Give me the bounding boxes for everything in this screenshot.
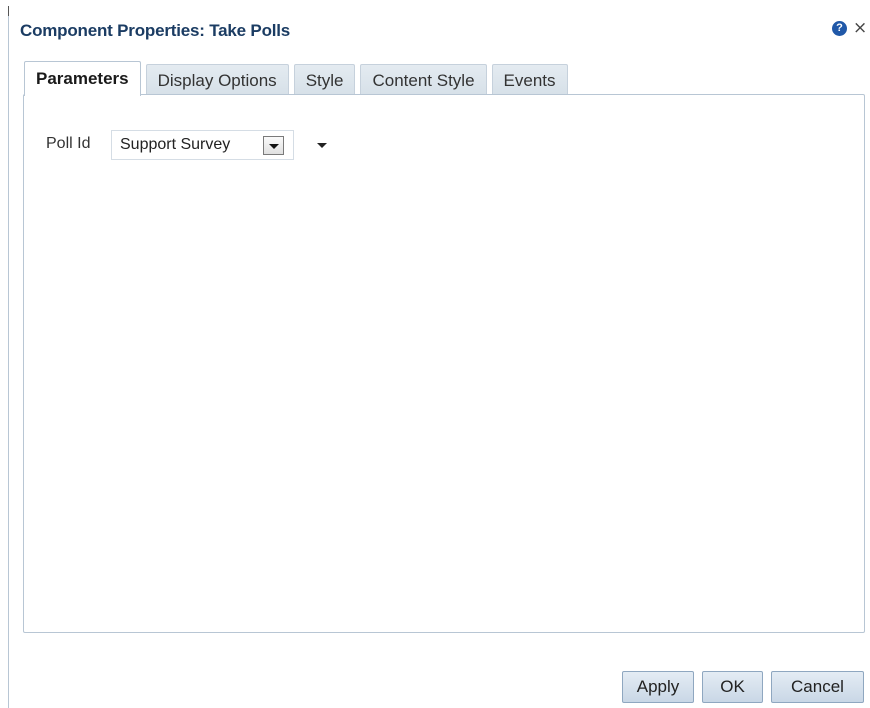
ok-button[interactable]: OK: [702, 671, 763, 703]
tab-display-options[interactable]: Display Options: [145, 64, 289, 96]
chevron-down-icon[interactable]: [317, 143, 327, 148]
component-properties-dialog: Component Properties: Take Polls ? × Par…: [0, 0, 870, 708]
apply-button[interactable]: Apply: [622, 671, 694, 703]
dialog-left-border: [8, 6, 9, 708]
poll-id-label: Poll Id: [46, 135, 91, 152]
cancel-button[interactable]: Cancel: [771, 671, 864, 703]
parameters-panel: [23, 94, 865, 633]
select-dropdown-button[interactable]: [263, 136, 284, 155]
tab-bar: Parameters Display Options Style Content…: [24, 61, 573, 96]
tab-events[interactable]: Events: [491, 64, 568, 96]
tab-content-style[interactable]: Content Style: [360, 64, 487, 96]
dialog-title: Component Properties: Take Polls: [20, 21, 291, 40]
tab-style[interactable]: Style: [293, 64, 356, 96]
poll-id-select[interactable]: Support Survey: [111, 130, 294, 160]
poll-id-selected-value: Support Survey: [120, 136, 231, 153]
close-icon[interactable]: ×: [853, 18, 867, 38]
tab-parameters[interactable]: Parameters: [24, 61, 141, 96]
dialog-resize-edge: [8, 6, 9, 16]
help-icon[interactable]: ?: [832, 21, 847, 36]
